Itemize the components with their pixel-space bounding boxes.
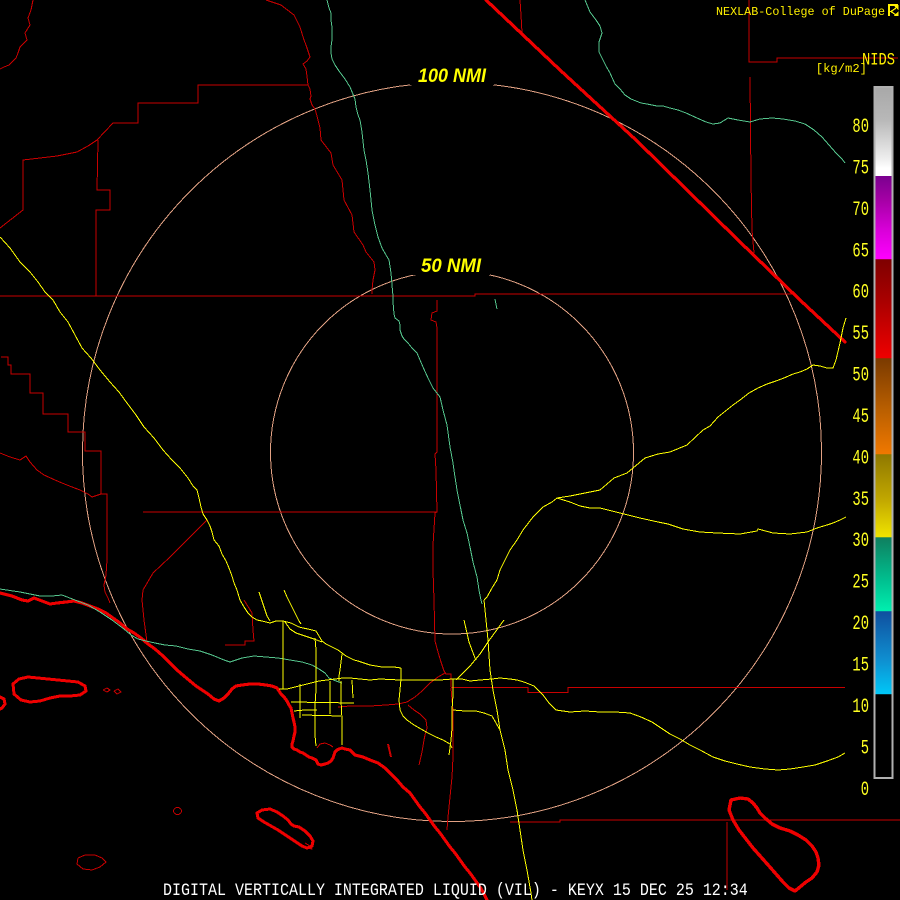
svg-text:55: 55 — [852, 324, 869, 346]
svg-text:30: 30 — [852, 531, 869, 553]
svg-text:80: 80 — [852, 117, 869, 139]
svg-text:25: 25 — [852, 573, 869, 595]
svg-text:0: 0 — [861, 780, 869, 802]
svg-text:50 NMI: 50 NMI — [421, 256, 482, 277]
svg-text:40: 40 — [852, 448, 869, 470]
svg-text:45: 45 — [852, 407, 869, 429]
svg-text:[kg/m2]: [kg/m2] — [816, 62, 867, 76]
svg-text:65: 65 — [852, 241, 869, 263]
svg-text:75: 75 — [852, 158, 869, 180]
svg-text:5: 5 — [861, 738, 869, 760]
svg-text:100 NMI: 100 NMI — [418, 66, 487, 87]
svg-text:DIGITAL VERTICALLY INTEGRATED: DIGITAL VERTICALLY INTEGRATED LIQUID (VI… — [163, 881, 748, 900]
svg-text:50: 50 — [852, 365, 869, 387]
svg-text:15: 15 — [852, 655, 869, 677]
svg-text:35: 35 — [852, 490, 869, 512]
svg-text:NEXLAB-College of DuPage: NEXLAB-College of DuPage — [716, 5, 885, 19]
svg-text:60: 60 — [852, 283, 869, 305]
svg-text:10: 10 — [852, 697, 869, 719]
svg-text:20: 20 — [852, 614, 869, 636]
svg-text:70: 70 — [852, 200, 869, 222]
